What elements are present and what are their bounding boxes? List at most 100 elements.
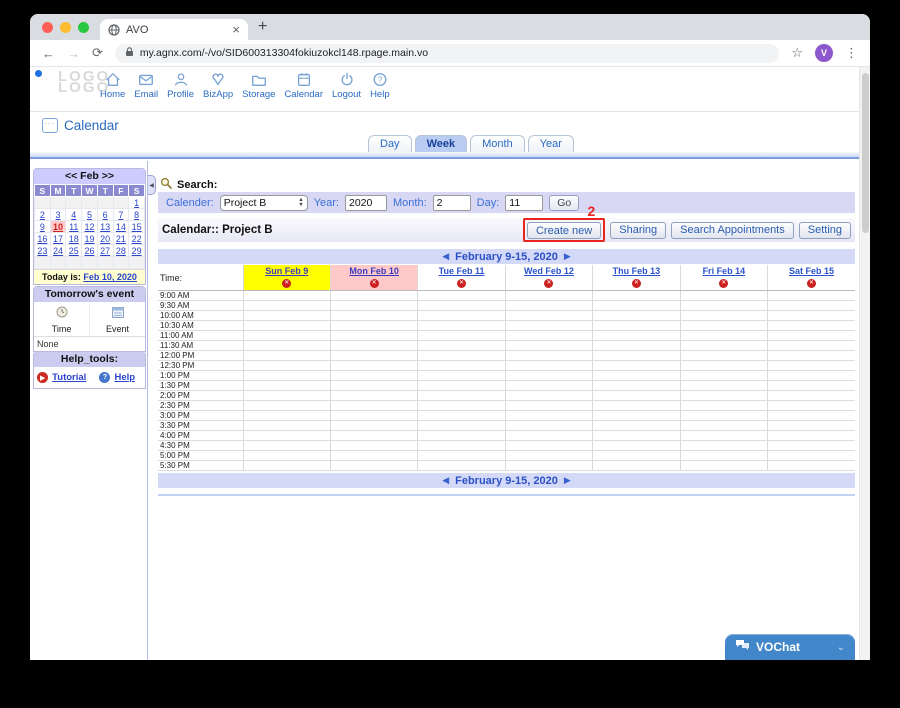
mini-calendar-day-link[interactable]: 5 [87, 210, 92, 220]
mini-calendar-day[interactable]: 7 [112, 208, 130, 221]
time-slot-cell[interactable] [329, 310, 418, 321]
time-slot-cell[interactable] [242, 420, 331, 431]
time-slot-cell[interactable] [679, 290, 768, 301]
time-slot-cell[interactable] [592, 380, 681, 391]
time-slot-cell[interactable] [242, 380, 331, 391]
time-slot-cell[interactable] [504, 290, 593, 301]
time-slot-cell[interactable] [242, 330, 331, 341]
prev-week-icon[interactable]: ◀ [442, 251, 449, 262]
time-slot-cell[interactable] [504, 380, 593, 391]
mini-calendar-day-link[interactable]: 24 [53, 246, 63, 256]
mini-calendar-day-link[interactable]: 6 [103, 210, 108, 220]
time-slot-cell[interactable] [679, 330, 768, 341]
time-slot-cell[interactable] [417, 440, 506, 451]
time-slot-cell[interactable] [679, 430, 768, 441]
mini-calendar-day[interactable]: 9 [34, 220, 51, 233]
mini-calendar-day-link[interactable]: 25 [69, 246, 79, 256]
nav-item-home[interactable]: Home [100, 71, 125, 100]
time-slot-cell[interactable] [767, 420, 855, 431]
time-slot-cell[interactable] [417, 390, 506, 401]
mini-calendar-day-link[interactable]: 13 [100, 222, 110, 232]
time-slot-cell[interactable] [242, 450, 331, 461]
time-slot-cell[interactable] [329, 390, 418, 401]
add-appointment-icon[interactable]: ✕ [369, 279, 379, 288]
time-slot-cell[interactable] [504, 410, 593, 421]
time-slot-cell[interactable] [417, 460, 506, 471]
mini-calendar-day[interactable]: 17 [49, 232, 67, 245]
nav-item-profile[interactable]: Profile [167, 71, 194, 100]
time-slot-cell[interactable] [767, 450, 855, 461]
time-slot-cell[interactable] [417, 370, 506, 381]
nav-item-logout[interactable]: Logout [332, 71, 361, 100]
sharing-button[interactable]: Sharing [610, 221, 667, 239]
time-slot-cell[interactable] [417, 300, 506, 311]
time-slot-cell[interactable] [767, 360, 855, 371]
time-slot-cell[interactable] [417, 290, 506, 301]
mini-calendar-day-link[interactable]: 29 [132, 246, 142, 256]
mini-calendar-day-link[interactable]: 21 [116, 234, 126, 244]
time-slot-cell[interactable] [679, 460, 768, 471]
day-link[interactable]: Mon Feb 10 [331, 266, 417, 276]
today-date-link[interactable]: Feb 10, 2020 [83, 272, 137, 282]
time-slot-cell[interactable] [242, 350, 331, 361]
time-slot-cell[interactable] [592, 300, 681, 311]
time-slot-cell[interactable] [679, 380, 768, 391]
back-icon[interactable]: ← [42, 46, 55, 61]
tab-week[interactable]: Week [414, 135, 468, 153]
time-slot-cell[interactable] [592, 350, 681, 361]
mini-calendar-day[interactable]: 20 [96, 232, 114, 245]
time-slot-cell[interactable] [679, 350, 768, 361]
time-slot-cell[interactable] [592, 400, 681, 411]
time-slot-cell[interactable] [679, 320, 768, 331]
mini-calendar-day-link[interactable]: 17 [53, 234, 63, 244]
time-slot-cell[interactable] [592, 410, 681, 421]
traffic-light-close-icon[interactable] [42, 22, 53, 33]
time-slot-cell[interactable] [242, 320, 331, 331]
time-slot-cell[interactable] [329, 370, 418, 381]
time-slot-cell[interactable] [242, 300, 331, 311]
time-slot-cell[interactable] [592, 360, 681, 371]
time-slot-cell[interactable] [592, 430, 681, 441]
mini-calendar-day-link[interactable]: 1 [134, 198, 139, 208]
time-slot-cell[interactable] [592, 370, 681, 381]
mini-calendar-day-link[interactable]: 12 [84, 222, 94, 232]
time-slot-cell[interactable] [679, 450, 768, 461]
time-slot-cell[interactable] [679, 440, 768, 451]
mini-calendar-day-link[interactable]: 26 [84, 246, 94, 256]
time-slot-cell[interactable] [242, 410, 331, 421]
mini-calendar-day[interactable]: 2 [34, 208, 51, 221]
time-slot-cell[interactable] [504, 300, 593, 311]
create-new-button[interactable]: Create new [526, 222, 602, 240]
time-slot-cell[interactable] [417, 310, 506, 321]
traffic-light-minimize-icon[interactable] [60, 22, 71, 33]
time-slot-cell[interactable] [329, 380, 418, 391]
time-slot-cell[interactable] [417, 320, 506, 331]
mini-calendar-day-link[interactable]: 28 [116, 246, 126, 256]
time-slot-cell[interactable] [767, 340, 855, 351]
mini-calendar-day[interactable]: 12 [81, 220, 98, 233]
time-slot-cell[interactable] [329, 460, 418, 471]
time-slot-cell[interactable] [242, 310, 331, 321]
time-slot-cell[interactable] [504, 400, 593, 411]
time-slot-cell[interactable] [592, 330, 681, 341]
mini-calendar-day-link[interactable]: 18 [69, 234, 79, 244]
mini-calendar-day-link[interactable]: 23 [37, 246, 47, 256]
time-slot-cell[interactable] [242, 390, 331, 401]
time-slot-cell[interactable] [679, 340, 768, 351]
time-slot-cell[interactable] [417, 410, 506, 421]
mini-calendar-day[interactable]: 14 [112, 220, 130, 233]
time-slot-cell[interactable] [767, 460, 855, 471]
time-slot-cell[interactable] [592, 310, 681, 321]
time-slot-cell[interactable] [504, 320, 593, 331]
vochat-button[interactable]: VOChat ⌄ [725, 634, 855, 660]
sidebar-collapse-handle[interactable]: ◀ [148, 175, 156, 195]
time-slot-cell[interactable] [329, 450, 418, 461]
forward-icon[interactable]: → [67, 46, 80, 61]
time-slot-cell[interactable] [679, 300, 768, 311]
time-slot-cell[interactable] [242, 430, 331, 441]
time-slot-cell[interactable] [329, 430, 418, 441]
tab-close-icon[interactable]: × [232, 23, 240, 36]
time-slot-cell[interactable] [504, 310, 593, 321]
mini-calendar-day[interactable]: 5 [81, 208, 98, 221]
mini-calendar-day-link[interactable]: 3 [56, 210, 61, 220]
